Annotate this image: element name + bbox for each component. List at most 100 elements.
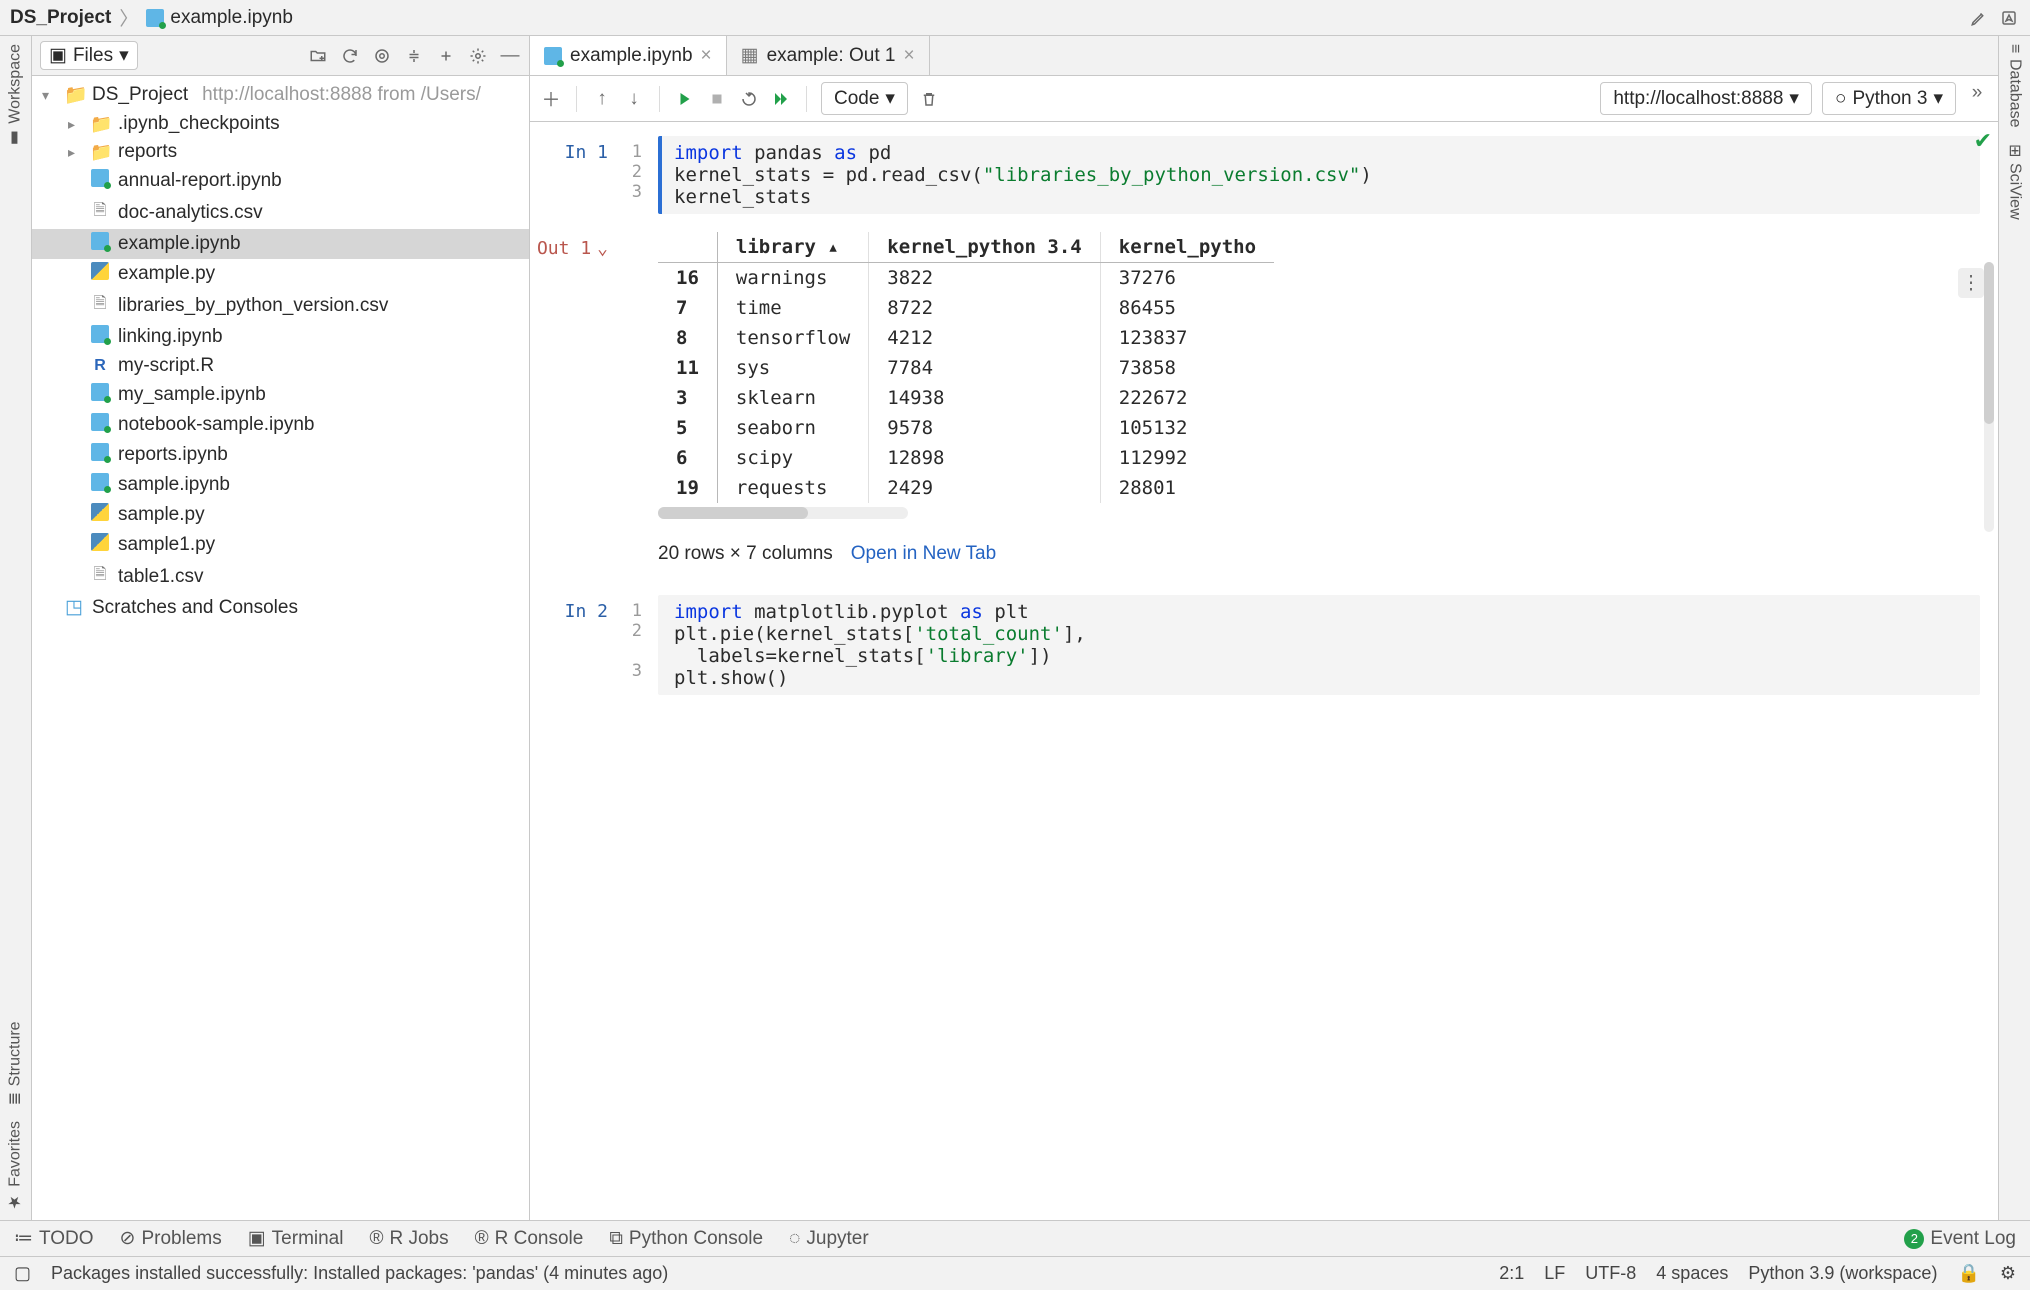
notebook-area[interactable]: ✔ ⋮ In 1 123 import pandas as pd kernel_… xyxy=(530,122,1998,1220)
run-cell-icon[interactable] xyxy=(674,88,696,110)
tool-window-problems[interactable]: ⊘Problems xyxy=(120,1227,222,1250)
df-col-header[interactable]: kernel_pytho xyxy=(1100,232,1274,263)
ide-settings-icon[interactable]: ⚙ xyxy=(2000,1263,2016,1284)
table-row[interactable]: 11sys778473858 xyxy=(658,353,1274,383)
lock-icon[interactable]: 🔒 xyxy=(1957,1263,1979,1284)
tree-item[interactable]: 🗎doc-analytics.csv xyxy=(32,196,529,229)
tree-item[interactable]: my_sample.ipynb xyxy=(32,380,529,410)
tree-item[interactable]: annual-report.ipynb xyxy=(32,166,529,196)
df-col-header[interactable] xyxy=(658,232,717,263)
df-col-header[interactable]: kernel_python 3.4 xyxy=(869,232,1100,263)
cell-in-2: In 2 12 3 import matplotlib.pyplot as pl… xyxy=(548,595,1980,695)
more-icon[interactable]: » xyxy=(1966,82,1988,104)
table-row[interactable]: 6scipy12898112992 xyxy=(658,443,1274,473)
table-row[interactable]: 5seaborn9578105132 xyxy=(658,413,1274,443)
close-icon[interactable]: × xyxy=(701,45,712,67)
favorites-tool[interactable]: ★ Favorites xyxy=(6,1113,25,1220)
chevron-down-icon: ▾ xyxy=(885,87,895,110)
hide-panel-icon[interactable]: — xyxy=(499,45,521,67)
tree-item-label: sample1.py xyxy=(118,534,215,556)
tool-window-python-console[interactable]: ⧉Python Console xyxy=(609,1228,763,1250)
run-all-icon[interactable] xyxy=(770,88,792,110)
structure-tool[interactable]: ≣ Structure xyxy=(6,1013,25,1113)
compass-icon[interactable] xyxy=(1998,7,2020,29)
encoding[interactable]: UTF-8 xyxy=(1585,1263,1636,1284)
edit-icon[interactable] xyxy=(1968,7,1990,29)
server-dropdown[interactable]: http://localhost:8888 ▾ xyxy=(1600,82,1812,115)
table-row[interactable]: 19requests242928801 xyxy=(658,473,1274,503)
collapse-all-icon[interactable] xyxy=(435,45,457,67)
tree-root[interactable]: ▾ 📁 DS_Project http://localhost:8888 fro… xyxy=(32,80,529,110)
tree-item[interactable]: Rmy-script.R xyxy=(32,352,529,380)
tree-item[interactable]: ▸📁reports xyxy=(32,138,529,166)
gear-icon[interactable] xyxy=(467,45,489,67)
sciview-tool[interactable]: ⊞ SciView xyxy=(2005,136,2024,228)
tool-window-jupyter[interactable]: ◌Jupyter xyxy=(789,1228,869,1250)
prompt-out-1[interactable]: Out 1 ⌄ xyxy=(548,232,608,565)
tool-window-terminal[interactable]: ▣Terminal xyxy=(248,1227,344,1250)
tree-item[interactable]: example.py xyxy=(32,259,529,289)
indent[interactable]: 4 spaces xyxy=(1656,1263,1728,1284)
chevron-down-icon[interactable]: ⌄ xyxy=(597,238,608,259)
line-separator[interactable]: LF xyxy=(1544,1263,1565,1284)
database-tool[interactable]: ≡ Database xyxy=(2006,36,2024,136)
chevron-icon[interactable]: ▸ xyxy=(68,144,82,161)
open-new-tab-link[interactable]: Open in New Tab xyxy=(851,543,996,565)
scratches-node[interactable]: ◳ Scratches and Consoles xyxy=(32,593,529,622)
tree-item-label: example.ipynb xyxy=(118,233,241,255)
dataframe-table[interactable]: library ▴kernel_python 3.4kernel_pytho 1… xyxy=(658,232,1274,503)
dataframe-hscroll[interactable] xyxy=(658,507,908,519)
table-row[interactable]: 8tensorflow4212123837 xyxy=(658,323,1274,353)
cell-type-dropdown[interactable]: Code ▾ xyxy=(821,82,908,115)
stop-icon[interactable] xyxy=(706,88,728,110)
tree-item-label: .ipynb_checkpoints xyxy=(118,113,280,135)
df-cell: 8 xyxy=(658,323,717,353)
tool-window-r-console[interactable]: ®R Console xyxy=(475,1228,584,1250)
chevron-down-icon[interactable]: ▾ xyxy=(42,87,56,104)
move-up-icon[interactable]: ↑ xyxy=(591,88,613,110)
table-row[interactable]: 3sklearn14938222672 xyxy=(658,383,1274,413)
tree-item[interactable]: 🗎libraries_by_python_version.csv xyxy=(32,289,529,322)
restart-icon[interactable] xyxy=(738,88,760,110)
kernel-dropdown[interactable]: ○ Python 3 ▾ xyxy=(1822,82,1956,115)
cell-actions-icon[interactable]: ⋮ xyxy=(1958,268,1984,298)
tree-item[interactable]: ▸📁.ipynb_checkpoints xyxy=(32,110,529,138)
files-scope[interactable]: ▣ Files ▾ xyxy=(40,41,138,70)
status-notification-icon[interactable]: ▢ xyxy=(14,1263,31,1284)
tree-item[interactable]: reports.ipynb xyxy=(32,440,529,470)
editor-tab[interactable]: ▦example: Out 1× xyxy=(727,36,930,75)
table-row[interactable]: 7time872286455 xyxy=(658,293,1274,323)
editor-tab[interactable]: example.ipynb× xyxy=(530,36,727,75)
breadcrumb-file[interactable]: example.ipynb xyxy=(146,7,293,29)
output-scrollbar[interactable] xyxy=(1984,262,1994,532)
tree-item[interactable]: 🗎table1.csv xyxy=(32,560,529,593)
expand-all-icon[interactable] xyxy=(403,45,425,67)
refresh-icon[interactable] xyxy=(339,45,361,67)
table-row[interactable]: 16warnings382237276 xyxy=(658,263,1274,294)
tree-item[interactable]: sample1.py xyxy=(32,530,529,560)
tool-window-todo[interactable]: ≔TODO xyxy=(14,1227,94,1250)
tree-item[interactable]: sample.ipynb xyxy=(32,470,529,500)
code-in-2[interactable]: import matplotlib.pyplot as plt plt.pie(… xyxy=(658,595,1980,695)
target-icon[interactable] xyxy=(371,45,393,67)
chevron-icon[interactable]: ▸ xyxy=(68,116,82,133)
event-log[interactable]: 2Event Log xyxy=(1904,1228,2016,1250)
delete-cell-icon[interactable] xyxy=(918,88,940,110)
tree-item[interactable]: sample.py xyxy=(32,500,529,530)
close-icon[interactable]: × xyxy=(903,45,914,67)
add-cell-icon[interactable]: ＋ xyxy=(540,88,562,110)
project-tree[interactable]: ▾ 📁 DS_Project http://localhost:8888 fro… xyxy=(32,76,529,1220)
code-in-1[interactable]: import pandas as pd kernel_stats = pd.re… xyxy=(658,136,1980,214)
df-col-header[interactable]: library ▴ xyxy=(717,232,868,263)
tree-item[interactable]: linking.ipynb xyxy=(32,322,529,352)
tree-item[interactable]: example.ipynb xyxy=(32,229,529,259)
move-down-icon[interactable]: ↓ xyxy=(623,88,645,110)
caret-position[interactable]: 2:1 xyxy=(1499,1263,1524,1284)
new-folder-icon[interactable] xyxy=(307,45,329,67)
breadcrumb-project[interactable]: DS_Project xyxy=(10,7,111,29)
tool-window-r-jobs[interactable]: ®R Jobs xyxy=(369,1228,448,1250)
notebook-toolbar: ＋ ↑ ↓ Code ▾ xyxy=(530,76,1998,122)
tree-item[interactable]: notebook-sample.ipynb xyxy=(32,410,529,440)
interpreter[interactable]: Python 3.9 (workspace) xyxy=(1748,1263,1937,1284)
workspace-tool[interactable]: ▮ Workspace xyxy=(6,36,25,157)
